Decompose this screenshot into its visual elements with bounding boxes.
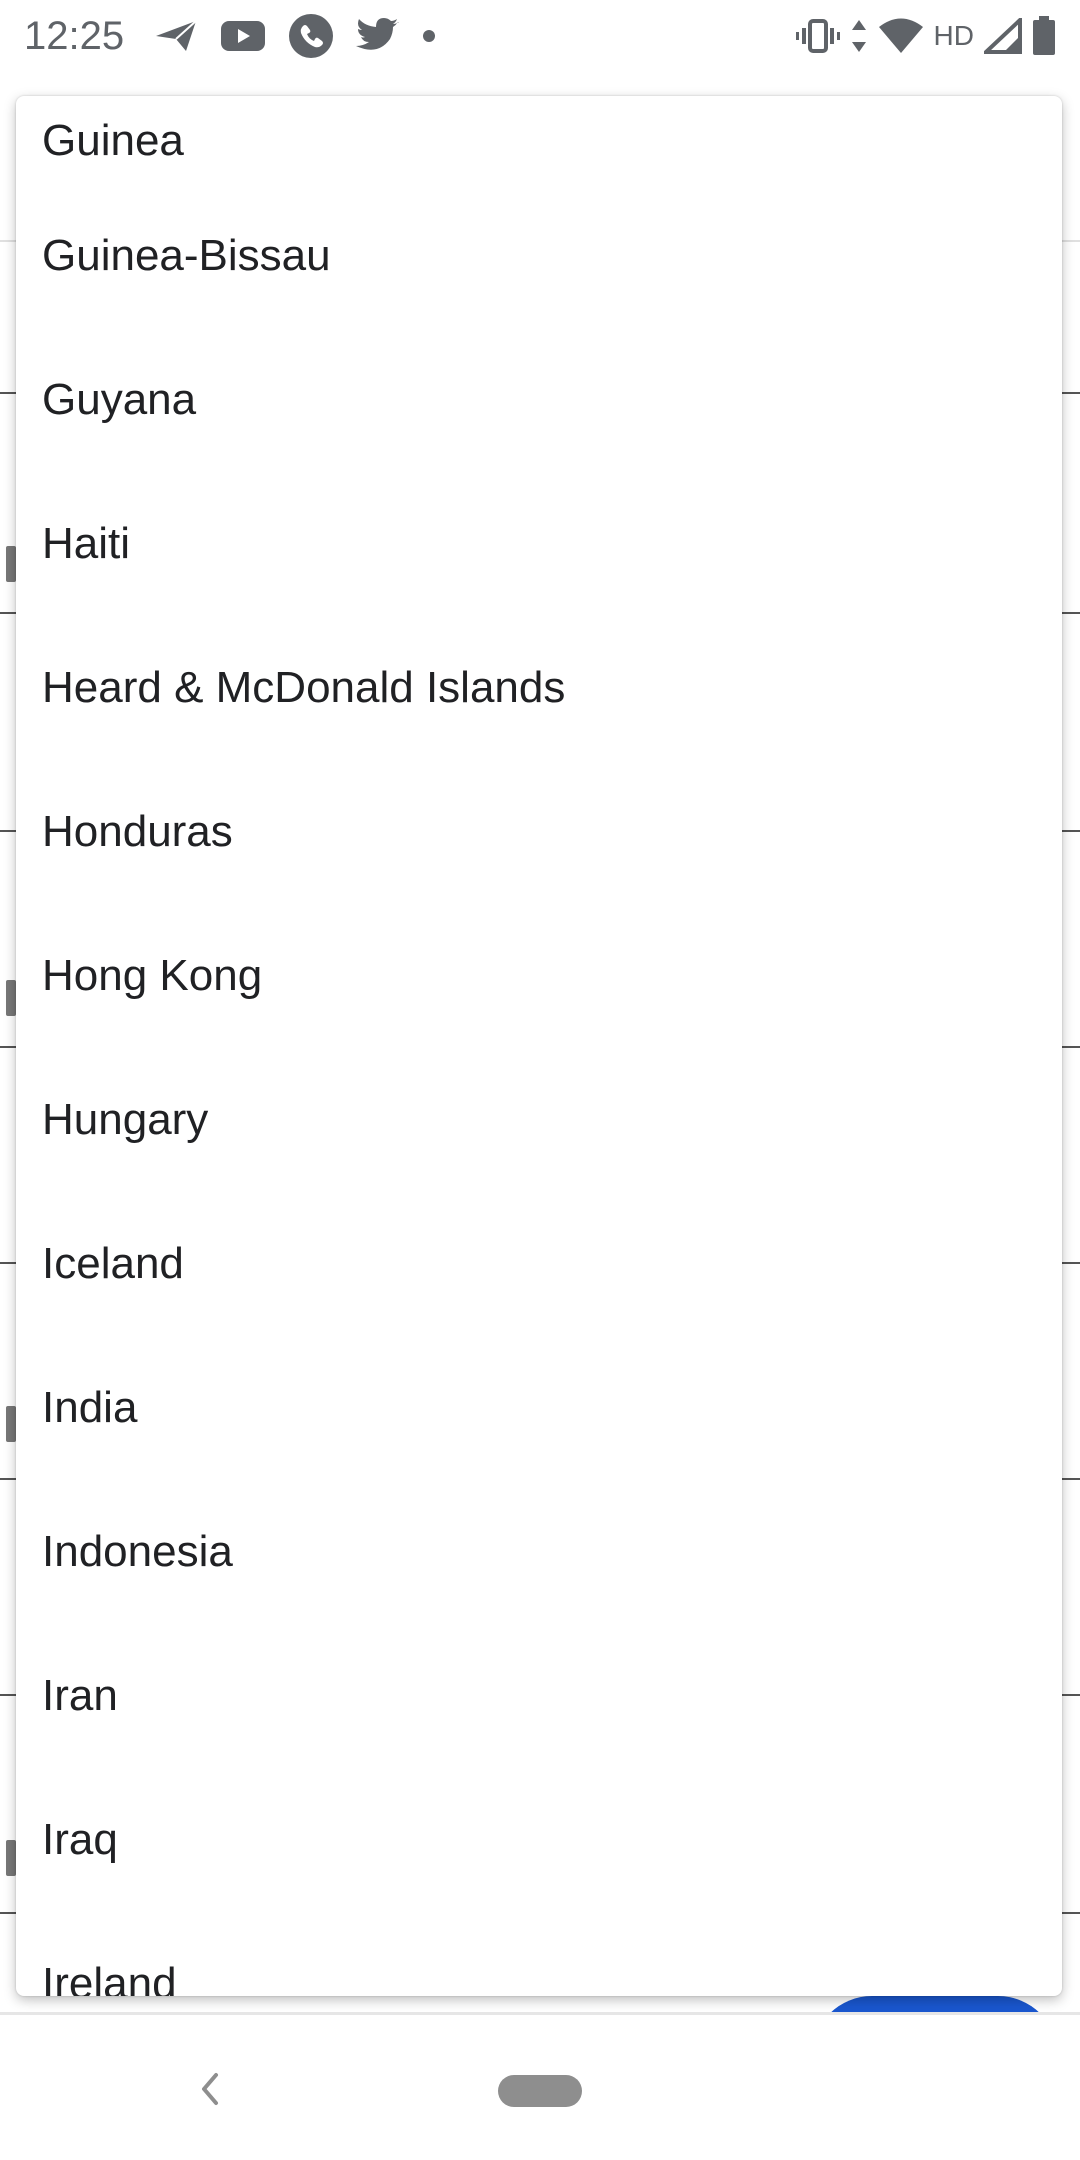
country-option[interactable]: Ireland: [16, 1912, 1062, 1996]
background-text-fragment: [6, 980, 16, 1016]
back-icon[interactable]: [190, 2069, 230, 2109]
country-option[interactable]: Hungary: [16, 1048, 1062, 1192]
country-option[interactable]: Haiti: [16, 472, 1062, 616]
country-option[interactable]: Guyana: [16, 328, 1062, 472]
screen: 12:25 HD Guinea Guinea-Bissau Guyana Hai…: [0, 0, 1080, 2160]
background-divider: [1062, 1694, 1080, 1696]
country-option[interactable]: Iraq: [16, 1768, 1062, 1912]
country-option[interactable]: Iceland: [16, 1192, 1062, 1336]
youtube-icon: [220, 19, 266, 53]
country-list: Guinea Guinea-Bissau Guyana Haiti Heard …: [16, 96, 1062, 1996]
phone-icon: [288, 13, 334, 59]
background-text-fragment: [6, 1406, 16, 1442]
country-option[interactable]: Hong Kong: [16, 904, 1062, 1048]
status-right-icons: HD: [795, 16, 1056, 56]
battery-icon: [1032, 16, 1056, 56]
background-text-fragment: [6, 1840, 16, 1876]
country-option[interactable]: Honduras: [16, 760, 1062, 904]
data-arrows-icon: [850, 18, 868, 54]
send-icon: [154, 19, 198, 53]
background-divider: [1062, 612, 1080, 614]
country-dropdown-menu[interactable]: Guinea Guinea-Bissau Guyana Haiti Heard …: [16, 96, 1062, 1996]
twitter-icon: [356, 18, 400, 54]
background-divider: [1062, 392, 1080, 394]
dot-icon: [422, 29, 436, 43]
background-divider: [1062, 830, 1080, 832]
background-divider: [1062, 1046, 1080, 1048]
country-option[interactable]: Guinea-Bissau: [16, 184, 1062, 328]
background-divider: [1062, 1912, 1080, 1914]
status-time: 12:25: [24, 13, 125, 58]
background-divider: [1062, 1262, 1080, 1264]
status-left-icons: [154, 13, 436, 59]
country-option[interactable]: Iran: [16, 1624, 1062, 1768]
country-option[interactable]: Guinea: [16, 96, 1062, 184]
hd-label: HD: [933, 20, 974, 51]
home-pill-icon[interactable]: [498, 2075, 582, 2107]
signal-icon: [984, 18, 1022, 54]
country-option[interactable]: Indonesia: [16, 1480, 1062, 1624]
country-option[interactable]: Heard & McDonald Islands: [16, 616, 1062, 760]
country-option[interactable]: India: [16, 1336, 1062, 1480]
vibrate-icon: [795, 19, 840, 53]
background-divider: [1062, 1478, 1080, 1480]
background-text-fragment: [6, 546, 16, 582]
wifi-icon: [878, 18, 924, 54]
status-bar: 12:25 HD: [0, 0, 1080, 72]
navigation-bar: [0, 2012, 1080, 2160]
